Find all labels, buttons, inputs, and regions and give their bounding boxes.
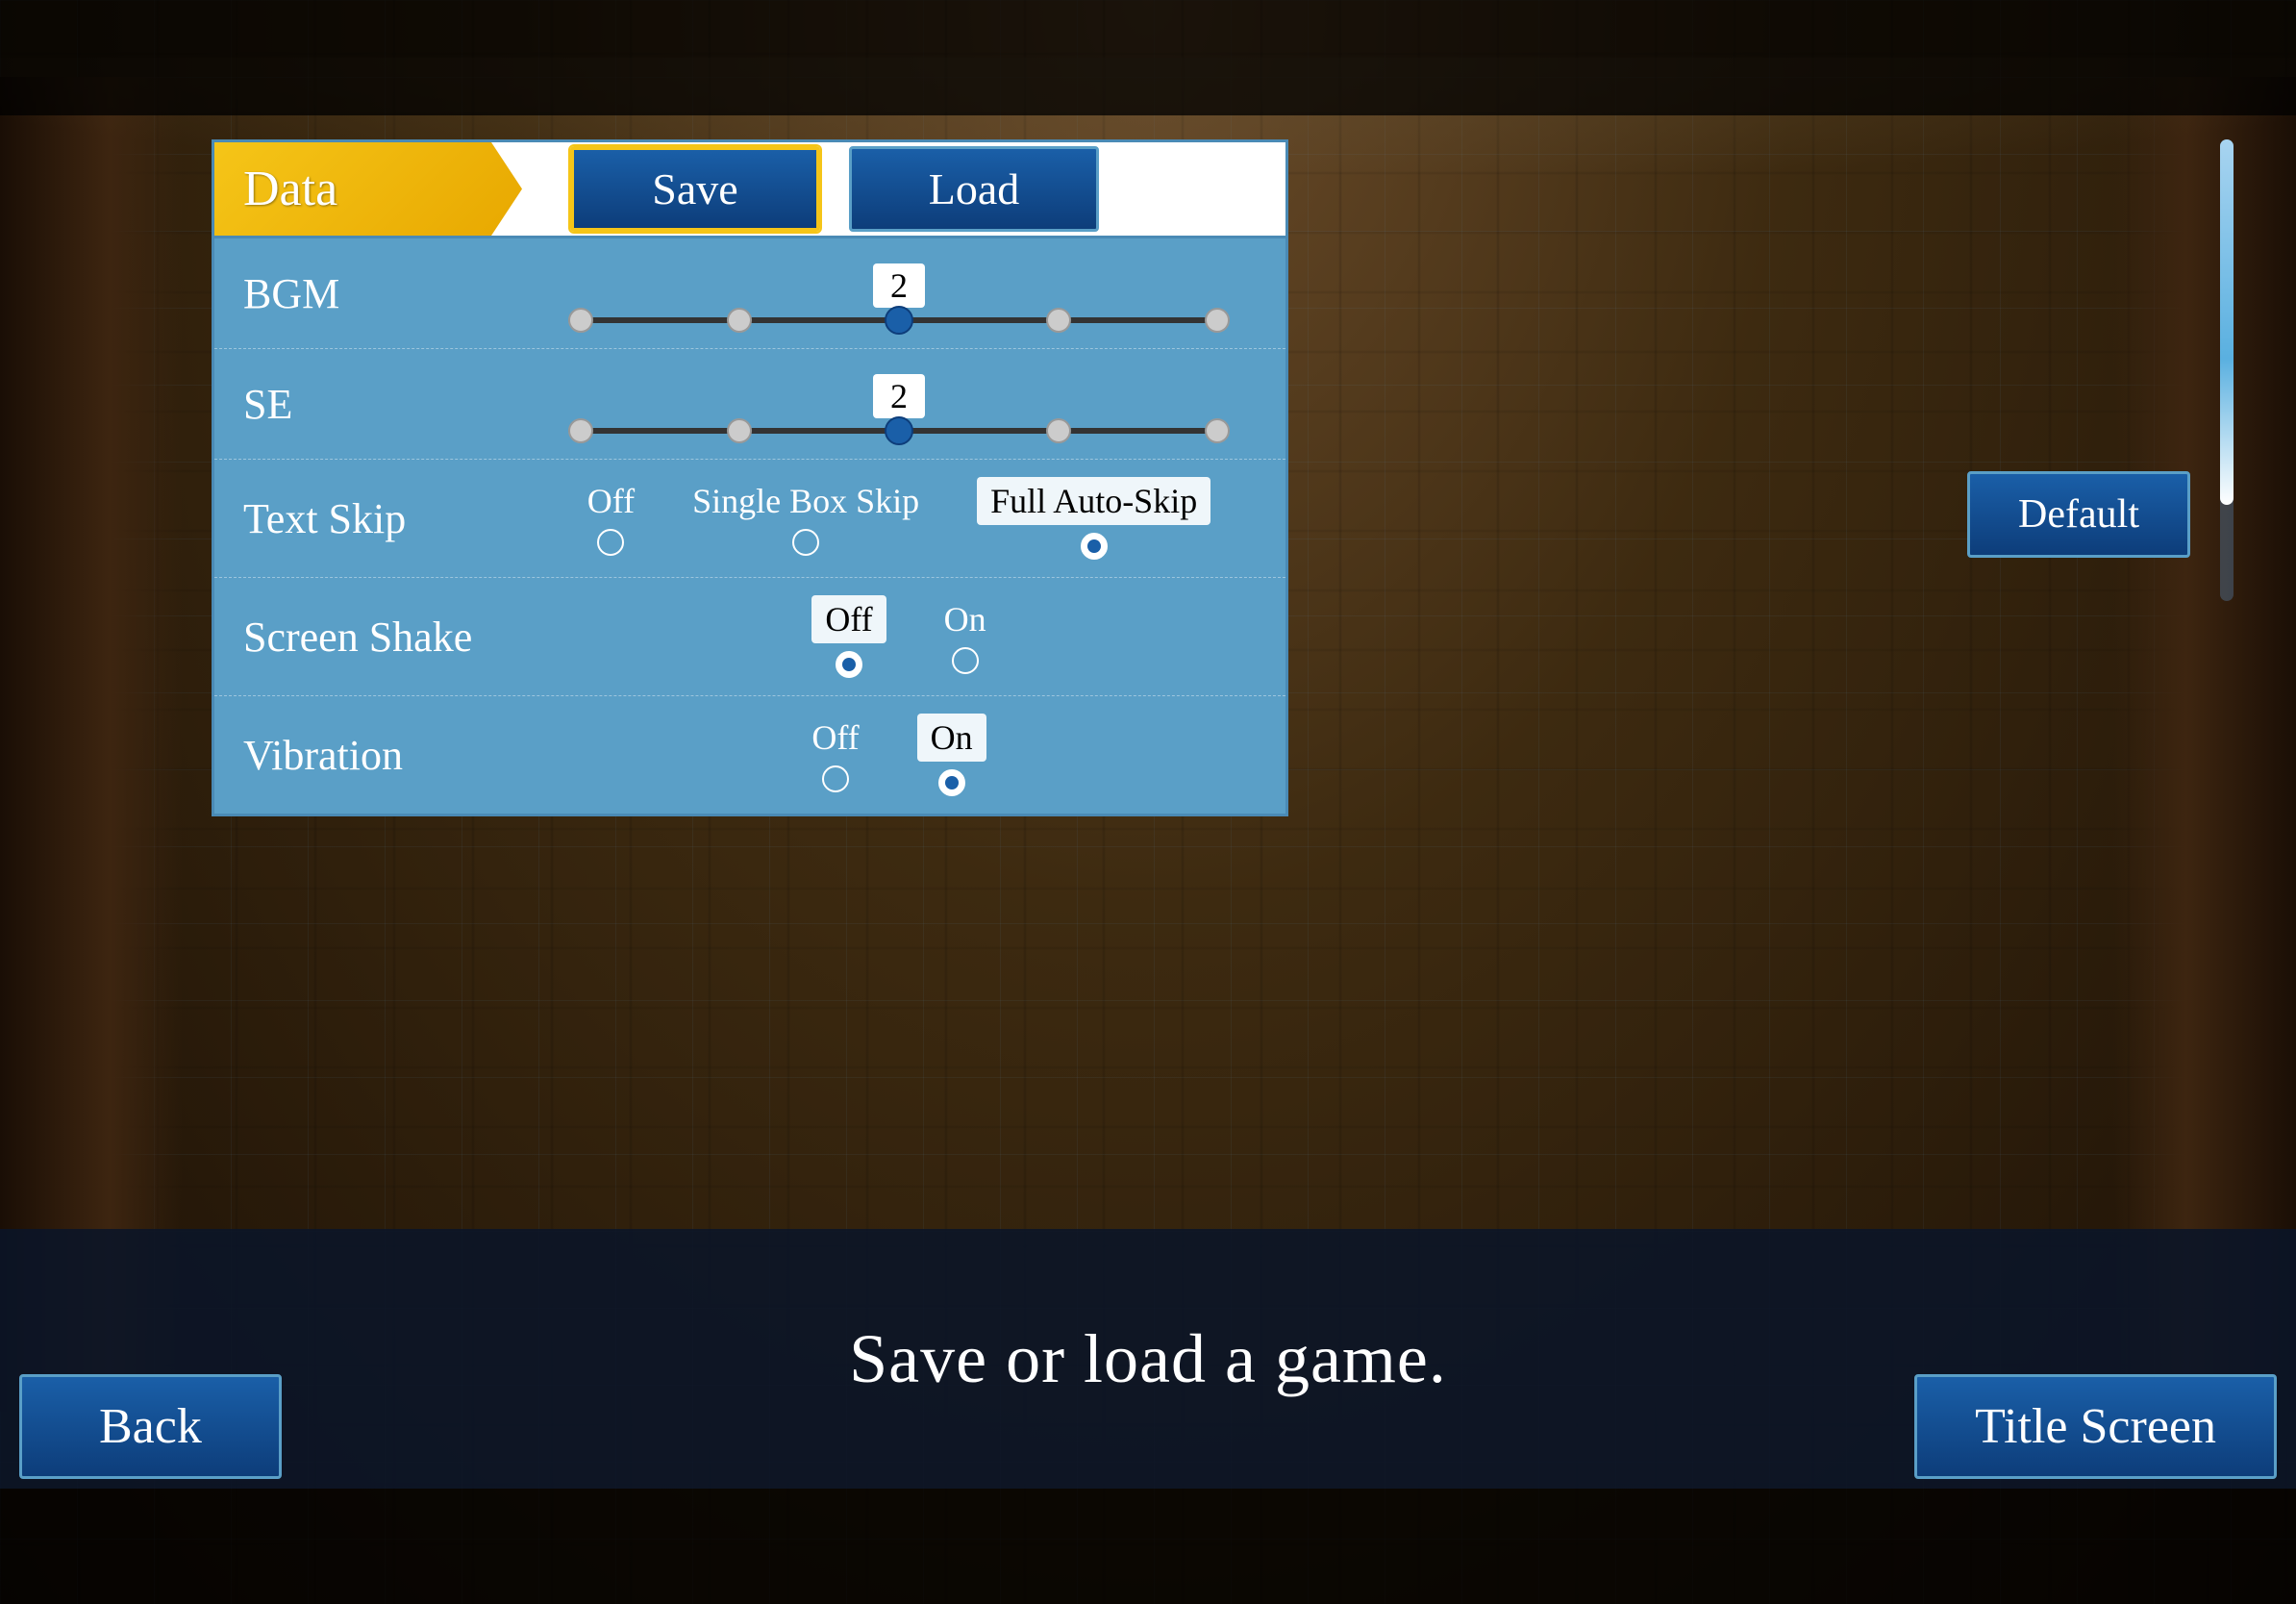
text-skip-off-radio[interactable] <box>597 529 624 556</box>
text-skip-control: Off Single Box Skip Full Auto-Skip <box>512 469 1285 567</box>
vibration-on-radio[interactable] <box>938 769 965 796</box>
bgm-control: 2 <box>512 256 1285 331</box>
text-skip-single-label: Single Box Skip <box>692 481 919 521</box>
bgm-dot-3 <box>1046 308 1071 333</box>
vibration-options: Off On <box>811 714 986 796</box>
screen-shake-on-label: On <box>944 599 986 639</box>
text-skip-option-full[interactable]: Full Auto-Skip <box>977 477 1210 560</box>
text-skip-option-single[interactable]: Single Box Skip <box>692 481 919 556</box>
dark-bar-top <box>0 0 2296 115</box>
se-row: SE 2 <box>214 349 1285 460</box>
vibration-on-label: On <box>917 714 986 762</box>
text-skip-row: Text Skip Off Single Box Skip Full Auto-… <box>214 460 1285 578</box>
title-screen-button[interactable]: Title Screen <box>1914 1374 2277 1479</box>
text-skip-off-label: Off <box>587 481 635 521</box>
data-row: Data Save Load <box>214 142 1285 238</box>
se-slider-container: 2 <box>532 374 1266 434</box>
se-control: 2 <box>512 366 1285 441</box>
text-skip-option-off[interactable]: Off <box>587 481 635 556</box>
vibration-option-off[interactable]: Off <box>811 717 859 792</box>
bgm-value: 2 <box>873 263 925 308</box>
settings-panel: Data Save Load BGM 2 <box>212 139 1288 816</box>
shelf-right <box>2113 77 2296 1412</box>
se-dot-0 <box>568 418 593 443</box>
se-dot-4 <box>1205 418 1230 443</box>
screen-shake-row: Screen Shake Off On <box>214 578 1285 696</box>
vibration-row: Vibration Off On <box>214 696 1285 814</box>
text-skip-single-radio[interactable] <box>792 529 819 556</box>
se-dot-3 <box>1046 418 1071 443</box>
screen-shake-control: Off On <box>512 588 1285 686</box>
screen-shake-option-on[interactable]: On <box>944 599 986 674</box>
bgm-row: BGM 2 <box>214 238 1285 349</box>
text-skip-label: Text Skip <box>214 494 512 543</box>
se-value: 2 <box>873 374 925 418</box>
bgm-dot-2 <box>885 306 913 335</box>
bgm-label: BGM <box>214 269 512 318</box>
vibration-control: Off On <box>512 706 1285 804</box>
screen-shake-on-radio[interactable] <box>952 647 979 674</box>
se-dot-2 <box>885 416 913 445</box>
bgm-slider-container: 2 <box>532 263 1266 323</box>
dark-bar-bottom <box>0 1489 2296 1604</box>
back-button[interactable]: Back <box>19 1374 282 1479</box>
vibration-option-on[interactable]: On <box>917 714 986 796</box>
screen-shake-off-label: Off <box>811 595 886 643</box>
save-button[interactable]: Save <box>570 146 820 232</box>
bgm-slider-track[interactable] <box>568 317 1230 323</box>
bgm-dot-1 <box>727 308 752 333</box>
se-slider-track[interactable] <box>568 428 1230 434</box>
data-label: Data <box>214 142 522 236</box>
se-slider-dots <box>568 416 1230 445</box>
screen-shake-option-off[interactable]: Off <box>811 595 886 678</box>
scrollbar-thumb[interactable] <box>2220 139 2234 505</box>
screen-shake-options: Off On <box>811 595 986 678</box>
text-skip-full-radio[interactable] <box>1081 533 1108 560</box>
se-label: SE <box>214 380 512 429</box>
vibration-off-radio[interactable] <box>822 765 849 792</box>
scrollbar-track[interactable] <box>2220 139 2234 601</box>
data-buttons: Save Load <box>522 146 1285 232</box>
vibration-label: Vibration <box>214 731 512 780</box>
screen-shake-off-radio[interactable] <box>836 651 862 678</box>
vibration-off-label: Off <box>811 717 859 758</box>
shelf-left <box>0 77 183 1412</box>
se-dot-1 <box>727 418 752 443</box>
bgm-dot-0 <box>568 308 593 333</box>
text-skip-options: Off Single Box Skip Full Auto-Skip <box>587 477 1210 560</box>
default-button[interactable]: Default <box>1967 471 2190 558</box>
bgm-slider-dots <box>568 306 1230 335</box>
status-text: Save or load a game. <box>849 1319 1447 1399</box>
load-button[interactable]: Load <box>849 146 1099 232</box>
bgm-dot-4 <box>1205 308 1230 333</box>
text-skip-full-label: Full Auto-Skip <box>977 477 1210 525</box>
screen-shake-label: Screen Shake <box>214 613 512 662</box>
